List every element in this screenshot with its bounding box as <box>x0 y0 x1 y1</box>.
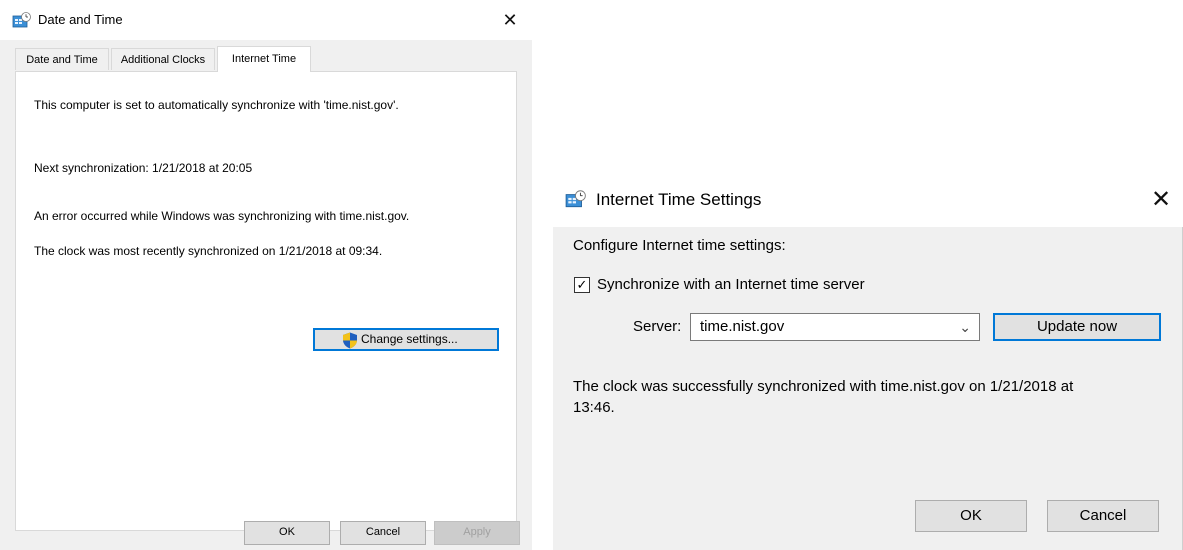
cancel-button[interactable]: Cancel <box>1047 500 1159 532</box>
date-and-time-window: Date and Time ✕ Date and Time Additional… <box>0 0 532 550</box>
tab-label: Internet Time <box>231 53 297 65</box>
sync-status-line1: The clock was successfully synchronized … <box>573 378 1074 395</box>
sync-status-line2: 13:46. <box>573 399 615 416</box>
sync-server-text: This computer is set to automatically sy… <box>34 98 399 112</box>
server-combobox[interactable]: time.nist.gov ⌄ <box>690 313 980 341</box>
ok-button[interactable]: OK <box>915 500 1027 532</box>
server-value: time.nist.gov <box>700 318 785 335</box>
update-now-button[interactable]: Update now <box>993 313 1161 341</box>
tab-internet-time[interactable]: Internet Time <box>217 46 311 72</box>
close-icon[interactable]: ✕ <box>1149 188 1173 212</box>
chevron-down-icon[interactable]: ⌄ <box>959 318 971 336</box>
tab-date-and-time[interactable]: Date and Time <box>15 48 109 70</box>
last-sync-text: The clock was most recently synchronized… <box>34 244 383 258</box>
checkmark-icon: ✓ <box>576 277 588 292</box>
tab-label: Date and Time <box>26 54 98 66</box>
window-title: Date and Time <box>38 12 123 27</box>
apply-button[interactable]: Apply <box>434 521 520 545</box>
sync-checkbox-label: Synchronize with an Internet time server <box>597 276 865 293</box>
date-time-app-icon <box>565 190 586 208</box>
internet-time-settings-window: Internet Time Settings ✕ Configure Inter… <box>553 170 1183 550</box>
change-settings-button[interactable]: Change settings... <box>313 328 499 351</box>
uac-shield-icon <box>343 332 357 349</box>
title-bar: Date and Time ✕ <box>0 0 532 40</box>
window-title: Internet Time Settings <box>596 190 762 209</box>
change-settings-label: Change settings... <box>361 332 458 346</box>
cancel-button[interactable]: Cancel <box>340 521 426 545</box>
internet-time-tab-panel <box>15 71 517 531</box>
configure-heading: Configure Internet time settings: <box>573 237 786 254</box>
next-sync-text: Next synchronization: 1/21/2018 at 20:05 <box>34 161 253 175</box>
ok-button[interactable]: OK <box>244 521 330 545</box>
tab-additional-clocks[interactable]: Additional Clocks <box>111 48 215 70</box>
title-bar: Internet Time Settings ✕ <box>553 170 1183 227</box>
sync-error-text: An error occurred while Windows was sync… <box>34 209 410 223</box>
tab-label: Additional Clocks <box>120 54 206 66</box>
close-icon[interactable]: ✕ <box>500 11 520 29</box>
server-label: Server: <box>633 318 682 335</box>
date-time-app-icon <box>12 12 31 28</box>
sync-checkbox[interactable]: ✓ <box>574 277 590 293</box>
